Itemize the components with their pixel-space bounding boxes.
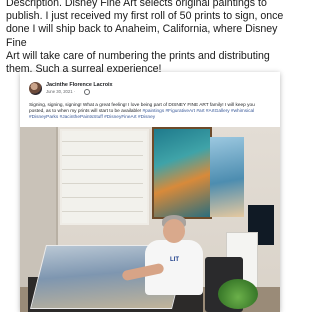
artist-head	[163, 219, 185, 243]
author-name[interactable]: Jacinthe Florence Lacroix	[46, 82, 113, 88]
shirt-text: LIT	[170, 257, 179, 263]
blind-slat	[62, 141, 143, 142]
blind-slat	[62, 183, 143, 184]
blind-slat	[62, 211, 143, 212]
post-photo[interactable]: LIT	[20, 127, 280, 312]
author-avatar[interactable]	[29, 82, 42, 95]
post-intro-text: Description. Disney Fine Art selects ori…	[6, 0, 284, 76]
post-header: Jacinthe Florence Lacroix June 30, 2021 …	[29, 82, 269, 100]
public-globe-icon	[84, 89, 90, 95]
blind-slat	[62, 169, 143, 170]
plant	[218, 279, 258, 309]
facebook-post-card: Jacinthe Florence Lacroix June 30, 2021 …	[20, 72, 280, 312]
wall-painting-2	[210, 137, 244, 217]
post-date[interactable]: June 30, 2021 ·	[46, 89, 75, 94]
blind-slat	[62, 155, 143, 156]
post-body: Signing, signing, signing! What a great …	[29, 103, 271, 121]
wall-painting	[152, 127, 212, 219]
blind-slat	[62, 197, 143, 198]
